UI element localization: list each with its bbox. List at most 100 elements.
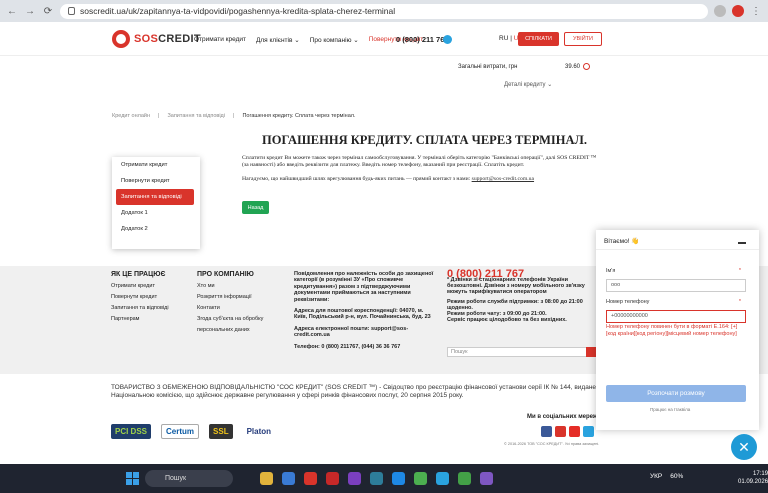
footer-link[interactable]: Запитання та відповіді	[111, 305, 169, 311]
clock[interactable]: 17:19 01.09.2026	[738, 470, 768, 486]
app-icon[interactable]	[370, 472, 383, 485]
taskbar-apps	[260, 472, 493, 485]
article-content: Сплатити кредит Ви можете також через те…	[242, 155, 602, 183]
telegram-icon[interactable]	[436, 472, 449, 485]
date: 01.09.2026	[738, 479, 768, 485]
start-icon[interactable]	[126, 472, 139, 485]
footer-link[interactable]: персональних даних	[197, 327, 263, 333]
required-mark: *	[738, 299, 741, 305]
lifebuoy-icon	[112, 30, 130, 48]
facebook-icon[interactable]	[541, 426, 552, 437]
credit-summary-dropdown: Загальні витрати, грн 39.60 Деталі креди…	[448, 57, 598, 93]
article-paragraph: Сплатити кредит Ви можете також через те…	[242, 155, 597, 168]
store-icon[interactable]	[282, 472, 295, 485]
breadcrumb-faq[interactable]: Запитання та відповіді	[167, 113, 225, 119]
page-title: ПОГАШЕННЯ КРЕДИТУ. СПЛАТА ЧЕРЕЗ ТЕРМІНАЛ…	[262, 133, 587, 147]
sidebar-item-repay[interactable]: Повернути кредит	[112, 173, 200, 189]
telegram-icon[interactable]	[443, 35, 452, 44]
explorer-icon[interactable]	[260, 472, 273, 485]
chat-close-icon[interactable]: ✕	[731, 434, 757, 460]
footer-contacts: 0 (800) 211 767 * Дзвінки зі стаціонарни…	[447, 269, 597, 324]
app-icon[interactable]	[458, 472, 471, 485]
chat-name-input[interactable]: ооо	[606, 279, 746, 292]
extension-icon[interactable]	[714, 5, 726, 17]
footer-link[interactable]: Згода суб'єкта на обробку	[197, 316, 263, 322]
back-icon[interactable]: ←	[6, 6, 18, 17]
keyboard-language[interactable]: УКР	[650, 473, 662, 480]
chat-phone-label: Номер телефону	[606, 299, 650, 305]
sidebar-item-faq[interactable]: Запитання та відповіді	[116, 189, 194, 205]
footer-link[interactable]: Повернути кредит	[111, 294, 169, 300]
footer-link[interactable]: Розкриття інформації	[197, 294, 263, 300]
time: 17:19	[753, 471, 768, 477]
sidebar-item-appendix-1[interactable]: Додаток 1	[112, 205, 200, 221]
chrome-icon[interactable]	[414, 472, 427, 485]
breadcrumb: Кредит онлайн | Запитання та відповіді | П…	[112, 113, 356, 119]
footer-search-input[interactable]: Пошук	[447, 347, 597, 357]
url-text: soscredit.ua/uk/zapitannya-ta-vidpovidi/…	[80, 6, 396, 16]
breadcrumb-home[interactable]: Кредит онлайн	[112, 113, 150, 119]
youtube-icon[interactable]	[569, 426, 580, 437]
start-chat-button[interactable]: Розпочати розмову	[606, 385, 746, 402]
platon-badge: Platon	[246, 427, 272, 436]
notice-phones: Телефон: 0 (800) 211767, (044) 36 36 767	[294, 343, 401, 350]
app-icon[interactable]	[348, 472, 361, 485]
call-note: * Дзвінки зі стаціонарних телефонів Укра…	[447, 277, 585, 295]
lang-ru[interactable]: RU	[499, 35, 508, 42]
profile-icon[interactable]	[732, 5, 744, 17]
support-hours: Режим роботи служби підтримки: з 08:00 д…	[447, 299, 583, 311]
system-tray: УКР 60%	[650, 473, 683, 480]
viber-icon[interactable]	[480, 472, 493, 485]
footer-link[interactable]: Партнерам	[111, 316, 169, 322]
breadcrumb-current: Погашення кредиту. Сплата через термінал…	[242, 113, 356, 119]
opera-icon[interactable]	[304, 472, 317, 485]
reload-icon[interactable]: ⟳	[42, 6, 54, 17]
header-phone[interactable]: 0 (800) 211 767	[396, 35, 449, 44]
login-button[interactable]: УВІЙТИ	[564, 32, 602, 46]
app-icon[interactable]	[326, 472, 339, 485]
search-placeholder: Пошук	[451, 349, 468, 355]
legal-text: ТОВАРИСТВО З ОБМЕЖЕНОЮ ВІДПОВІДАЛЬНІСТЮ …	[111, 384, 597, 399]
footer-link[interactable]: Хто ми	[197, 283, 263, 289]
logo-sos: SOS	[134, 33, 159, 45]
sidebar-item-appendix-2[interactable]: Додаток 2	[112, 221, 200, 237]
footer-link[interactable]: Контакти	[197, 305, 263, 311]
forward-icon[interactable]: →	[24, 6, 36, 17]
footer-link[interactable]: Отримати кредит	[111, 283, 169, 289]
ssl-badge: SSL	[209, 424, 233, 439]
taskbar-search[interactable]: Пошук	[145, 470, 233, 487]
menu-about[interactable]: Про компанію ⌄	[310, 36, 359, 44]
chat-header: Вітаємо! 👋	[596, 230, 759, 250]
chat-phone-input[interactable]: +00000000000	[606, 310, 746, 323]
footer-notice: Повідомлення про належність особи до зах…	[294, 271, 436, 350]
trust-badges: PCI DSS Certum SSL Platon	[111, 424, 275, 439]
taskbar: Пошук УКР 60% 17:19 01.09.2026	[0, 464, 768, 493]
chat-widget: Вітаємо! 👋 Ім'я * ооо Номер телефону * +…	[596, 230, 759, 430]
battery-level[interactable]: 60%	[670, 473, 683, 480]
logo[interactable]: SOSCREDIT	[112, 30, 201, 48]
dropbox-icon[interactable]	[392, 472, 405, 485]
required-mark: *	[738, 268, 741, 274]
social-links	[541, 426, 594, 437]
sidebar-item-get-credit[interactable]: Отримати кредит	[112, 157, 200, 173]
address-bar[interactable]: soscredit.ua/uk/zapitannya-ta-vidpovidi/…	[60, 3, 708, 19]
menu-icon[interactable]: ⋮	[750, 6, 762, 17]
minimize-icon[interactable]	[738, 242, 746, 244]
back-button[interactable]: Назад	[242, 201, 269, 214]
menu-clients[interactable]: Для клієнтів ⌄	[256, 36, 300, 44]
lock-icon	[68, 7, 75, 15]
sidebar-menu: Отримати кредит Повернути кредит Запитан…	[112, 157, 200, 249]
signup-button[interactable]: СПІЛКАТИ	[518, 32, 559, 46]
notice-text: Повідомлення про належність особи до зах…	[294, 271, 434, 303]
total-cost-label: Загальні витрати, грн	[458, 64, 518, 70]
instagram-icon[interactable]	[555, 426, 566, 437]
menu-get-credit[interactable]: Отримати кредит	[194, 36, 246, 44]
close-icon[interactable]	[583, 63, 590, 70]
main-menu: Отримати кредит Для клієнтів ⌄ Про компа…	[194, 36, 423, 44]
support-email-link[interactable]: support@sos-credit.com.ua	[472, 176, 534, 182]
notice-email: Адреса електронної пошти: support@sos-cr…	[294, 325, 409, 339]
telegram-icon[interactable]	[583, 426, 594, 437]
footer-col-title: ПРО КОМПАНІЮ	[197, 271, 254, 278]
chat-greeting: Вітаємо! 👋	[604, 238, 640, 245]
credit-details-link[interactable]: Деталі кредиту ⌄	[504, 81, 552, 88]
